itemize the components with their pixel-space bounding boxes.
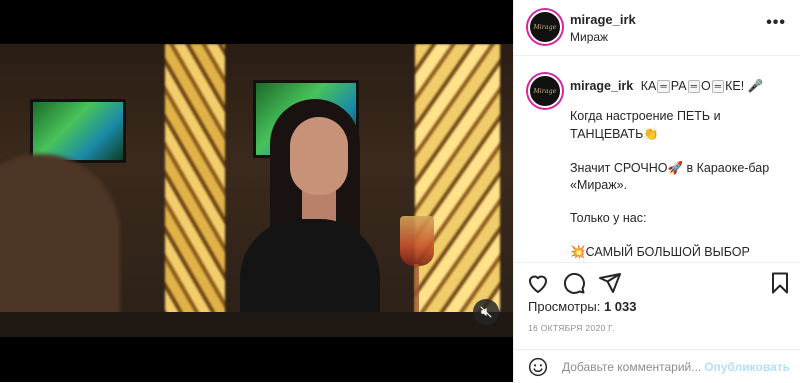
views-number: 1 033 [603,299,637,314]
decor-panel-right [415,44,500,337]
post-caption: Mirage mirage_irk КА ═ РА ═ О ═ КЕ! 🎤 Когда на… [514,56,800,262]
mute-button[interactable] [473,299,499,325]
cocktail-glass [400,216,434,266]
avatar[interactable]: Mirage [528,10,562,44]
caption-word: О [700,79,711,93]
table [0,312,513,337]
caption-word: РА [670,79,687,93]
smiley-icon[interactable] [528,357,548,377]
view-count[interactable]: Просмотры: 1 033 [528,299,637,314]
comment-input[interactable] [562,357,702,377]
dash-badge: ═ [657,80,670,93]
caption-line-2: Когда настроение ПЕТЬ и ТАНЦЕВАТЬ👏 [570,108,790,143]
post-actions: Просмотры: 1 033 16 ОКТЯБРЯ 2020 Г. Опуб… [514,262,800,382]
views-label: Просмотры: [528,299,601,314]
bookmark-icon[interactable] [768,271,792,295]
video-subject [240,99,380,337]
microphone-icon: 🎤 [747,78,764,93]
rocket-icon: 🚀 [667,160,684,175]
dash-badge: ═ [711,80,725,93]
foreground-figure [0,154,120,337]
post-media[interactable] [0,0,513,382]
video-player[interactable] [0,44,513,337]
post-location[interactable]: Мираж [570,30,608,44]
caption-line-4: Только у нас: [570,211,647,225]
paper-plane-icon[interactable] [598,271,622,295]
publish-button[interactable]: Опубликовать [704,360,790,374]
more-options-icon[interactable]: ••• [766,14,786,32]
caption-text-part: Значит СРОЧНО [570,161,668,175]
header-username[interactable]: mirage_irk [570,12,636,27]
caption-text: mirage_irk КА ═ РА ═ О ═ КЕ! 🎤 Когда настроени… [570,77,790,262]
cocktail-stem [414,264,419,312]
heart-icon[interactable] [526,271,550,295]
post-date: 16 ОКТЯБРЯ 2020 Г. [528,323,615,333]
caption-line-1: mirage_irk КА ═ РА ═ О ═ КЕ! 🎤 [570,77,790,95]
caption-word: КЕ! [725,79,745,93]
caption-word: КА [640,79,657,93]
dash-badge: ═ [687,80,700,93]
clapping-hands-icon: 👏 [643,126,659,141]
caption-avatar[interactable]: Mirage [528,74,562,108]
comment-bubble-icon[interactable] [562,271,586,295]
post-header: Mirage mirage_irk Мираж ••• [514,0,800,56]
decor-panel-left [165,44,225,337]
caption-line-3: Значит СРОЧНО🚀 в Караоке-бар «Мираж». [570,159,790,194]
avatar-logo-text: Mirage [533,23,557,31]
collision-icon: 💥 [570,244,586,259]
caption-username[interactable]: mirage_irk [570,79,633,93]
caption-line-5: 💥САМЫЙ БОЛЬШОЙ ВЫБОР [570,243,790,261]
avatar-logo-text: Mirage [533,87,557,95]
comment-bar: Опубликовать [514,349,800,383]
post-sidebar: Mirage mirage_irk Мираж ••• Mirage mirag… [513,0,800,382]
speaker-muted-icon [480,306,492,318]
caption-text-part: САМЫЙ БОЛЬШОЙ ВЫБОР [585,245,750,259]
